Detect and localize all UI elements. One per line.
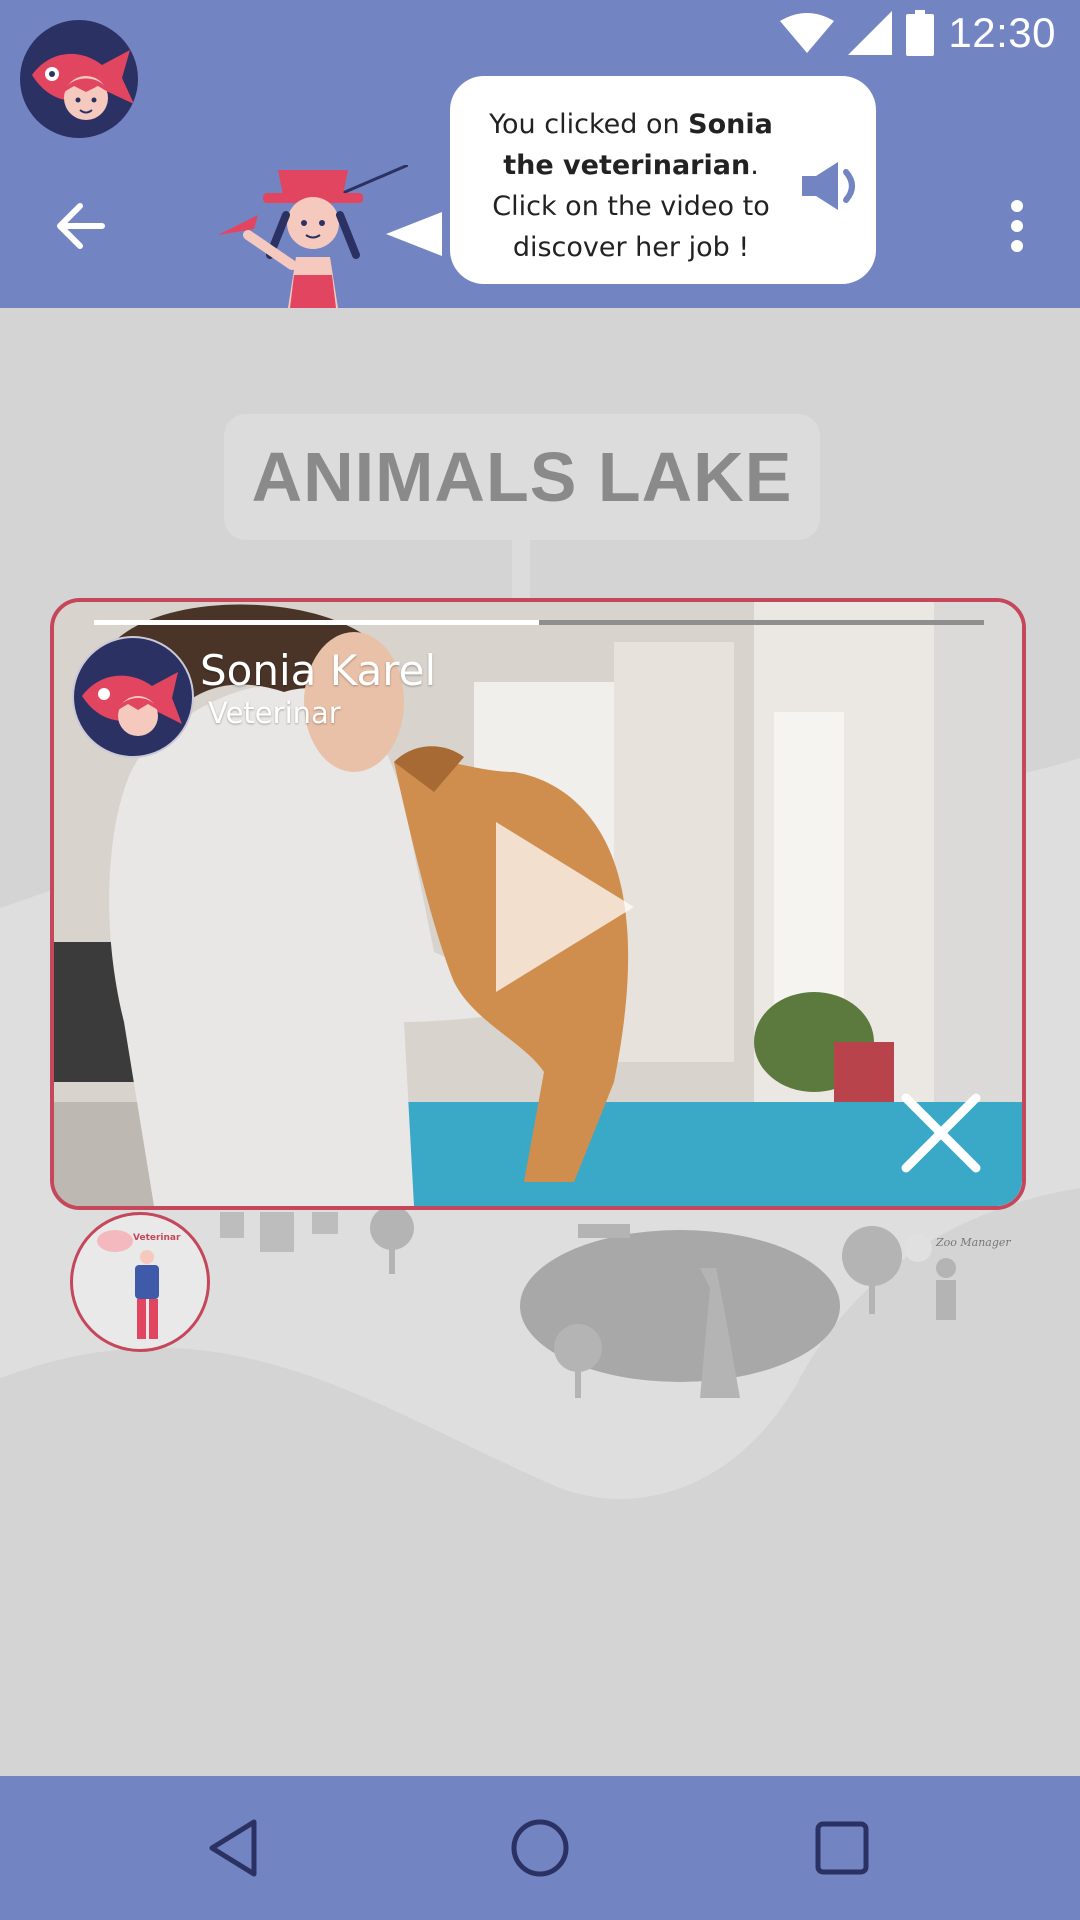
more-options-icon[interactable] bbox=[1002, 198, 1032, 254]
video-player[interactable]: Sonia Karel Veterinar bbox=[50, 598, 1026, 1210]
status-time: 12:30 bbox=[948, 9, 1056, 56]
mascot-illustration bbox=[218, 165, 408, 308]
app-header: 12:30 You clicked on Sonia the veterinar… bbox=[0, 0, 1080, 308]
play-icon[interactable] bbox=[474, 812, 644, 1002]
nav-back-icon[interactable] bbox=[202, 1816, 266, 1880]
video-brand-logo bbox=[72, 636, 194, 758]
video-progress-bar[interactable] bbox=[94, 620, 984, 625]
map-title-sign: ANIMALS LAKE bbox=[224, 414, 820, 540]
speaker-icon[interactable] bbox=[800, 158, 864, 214]
marker-label: Veterinar bbox=[133, 1233, 181, 1243]
video-progress-fill bbox=[94, 620, 539, 625]
battery-icon bbox=[906, 10, 935, 56]
wifi-icon bbox=[780, 13, 835, 53]
app-logo bbox=[20, 20, 138, 138]
close-icon[interactable] bbox=[896, 1088, 986, 1178]
system-navigation-bar bbox=[0, 1776, 1080, 1920]
zoo-manager-label: Zoo Manager bbox=[936, 1236, 1011, 1249]
map-title: ANIMALS LAKE bbox=[251, 438, 793, 516]
status-bar: 12:30 bbox=[780, 8, 1056, 58]
nav-home-icon[interactable] bbox=[508, 1816, 572, 1880]
speech-bubble-tail bbox=[386, 212, 442, 256]
video-person-role: Veterinar bbox=[208, 696, 341, 730]
veterinarian-map-marker[interactable]: Veterinar bbox=[70, 1212, 210, 1352]
back-arrow-icon[interactable] bbox=[52, 198, 108, 254]
signal-icon bbox=[848, 11, 893, 55]
bubble-text-start: You clicked on bbox=[489, 109, 689, 140]
video-person-name: Sonia Karel bbox=[200, 646, 437, 695]
nav-recents-icon[interactable] bbox=[810, 1816, 874, 1880]
